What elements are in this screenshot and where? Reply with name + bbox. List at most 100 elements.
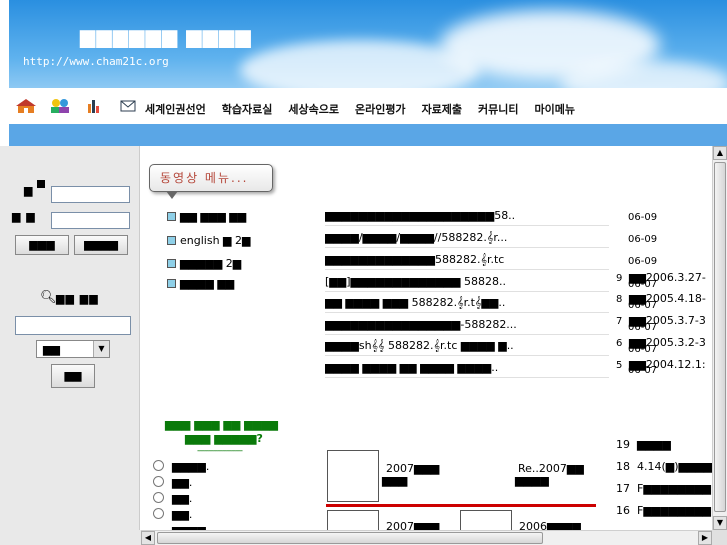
id-input[interactable] [51, 186, 130, 203]
gallery-caption: ▆▆▆▆ [515, 474, 549, 487]
search-select[interactable]: ▆▆ ▼ [36, 340, 110, 358]
poll-option[interactable]: ▆▆▆▆. [153, 460, 209, 473]
vertical-scroll-thumb[interactable] [714, 162, 726, 512]
poll-option-label: ▆▆. [172, 476, 193, 489]
video-row[interactable]: [▆▆]▆▆▆▆▆▆▆▆▆▆▆▆▆ 58828.. [325, 272, 609, 292]
list-item[interactable]: ▆▆2005.4.18- [629, 292, 706, 305]
video-link-1[interactable]: ▆▆ ▆▆▆ ▆▆ [167, 210, 246, 223]
poll-option[interactable]: ▆▆. [153, 476, 192, 489]
list-number: 19 [616, 438, 630, 451]
video-link-label: english ▆ 2▆ [180, 234, 251, 247]
list-number: 5 [616, 360, 623, 371]
video-row[interactable]: ▆▆ ▆▆▆▆ ▆▆▆ 588282.𝄞r.t𝄞▆▆.. [325, 293, 609, 313]
list-item[interactable]: ▆▆2006.3.27- [629, 271, 706, 284]
radio-button[interactable] [153, 460, 164, 471]
video-link-label: ▆▆▆▆ ▆▆ [180, 277, 235, 290]
video-date: 06-09 [628, 212, 658, 223]
video-row[interactable]: ▆▆▆▆ ▆▆▆▆ ▆▆ ▆▆▆▆ ▆▆▆▆.. [325, 358, 609, 378]
join-button[interactable]: ▆▆▆▆ [74, 235, 128, 255]
nav-item-declaration[interactable]: 세계인권선언 [145, 101, 206, 117]
list-number: 16 [616, 504, 630, 517]
side-list-item[interactable]: 18 4.14(▆)▆▆▆▆ [616, 460, 712, 473]
left-panel: ▆ ▆ ▆ ▆▆▆ ▆▆▆▆ 🔍︎ ▆▆ ▆▆ ▆▆ ▼ ▆▆ [0, 146, 140, 545]
square-bullet-icon [167, 259, 176, 268]
video-row[interactable]: ▆▆▆▆▆▆▆▆▆▆▆▆▆▆▆▆-588282... [325, 315, 609, 335]
search-label: ▆▆ ▆▆ [56, 292, 99, 305]
side-list-item[interactable]: 19 ▆▆▆▆ [616, 438, 671, 451]
nav-item-world[interactable]: 세상속으로 [288, 101, 339, 117]
video-date: 06-09 [628, 234, 658, 245]
horizontal-scrollbar[interactable]: ◀ ▶ [141, 530, 712, 545]
site-url: http://www.cham21c.org [23, 55, 169, 68]
square-bullet-icon [167, 279, 176, 288]
gallery-caption[interactable]: 2006▆▆▆▆ [519, 520, 581, 530]
scrollbar-corner [712, 530, 727, 545]
video-link-2[interactable]: english ▆ 2▆ [167, 234, 250, 247]
side-list-item[interactable]: 17 F▆▆▆▆▆▆▆▆ [616, 482, 711, 495]
gallery-thumbnail[interactable] [460, 510, 512, 530]
gallery-thumbnail[interactable] [327, 510, 379, 530]
gallery-thumbnail[interactable] [327, 450, 379, 502]
list-item[interactable]: ▆▆2005.3.2-3 [629, 336, 706, 349]
list-number: 18 [616, 460, 630, 473]
video-date: 06-09 [628, 256, 658, 267]
mail-icon[interactable] [116, 98, 140, 114]
gallery-caption[interactable]: 2007▆▆▆ [386, 520, 439, 530]
list-number: 9 [616, 273, 623, 284]
video-row[interactable]: ▆▆▆▆/▆▆▆▆/▆▆▆▆//588282.𝄞r... [325, 228, 609, 248]
radio-button[interactable] [153, 508, 164, 519]
id-label: ▆ [24, 184, 34, 197]
video-row[interactable]: ▆▆▆▆▆▆▆▆▆▆▆▆▆588282.𝄞r.tc [325, 250, 609, 270]
side-list-label: ▆▆▆▆ [637, 438, 671, 451]
chart-icon[interactable] [82, 98, 106, 114]
vertical-scrollbar[interactable]: ▲ ▼ [712, 146, 727, 530]
nav-item-mymenu[interactable]: 마이메뉴 [535, 101, 575, 117]
video-link-3[interactable]: ▆▆▆▆▆ 2▆ [167, 257, 241, 270]
chevron-down-icon[interactable]: ▼ [93, 341, 109, 357]
poll-option[interactable]: ▆▆. [153, 508, 192, 521]
people-icon[interactable] [48, 98, 72, 114]
home-icon[interactable] [14, 98, 38, 114]
horizontal-scroll-thumb[interactable] [157, 532, 543, 544]
nav-item-community[interactable]: 커뮤니티 [478, 101, 518, 117]
login-decoration [37, 180, 45, 188]
search-select-value: ▆▆ [43, 343, 60, 356]
list-item[interactable]: ▆▆2004.12.1: [629, 358, 706, 371]
side-list-item[interactable]: 16 F▆▆▆▆▆▆▆▆ [616, 504, 711, 517]
password-input[interactable] [51, 212, 130, 229]
nav-item-online-test[interactable]: 온라인평가 [355, 101, 406, 117]
poll-divider: -------------------- [197, 446, 243, 456]
radio-button[interactable] [153, 476, 164, 487]
nav-bar: 세계인권선언 학습자료실 세상속으로 온라인평가 자료제출 커뮤니티 마이메뉴 [9, 88, 727, 124]
video-row[interactable]: ▆▆▆▆▆▆▆▆▆▆▆▆▆▆▆▆▆▆▆▆58.. [325, 206, 609, 226]
login-button[interactable]: ▆▆▆ [15, 235, 69, 255]
video-row[interactable]: ▆▆▆▆sh𝄞𝄞 588282.𝄞r.tc ▆▆▆▆ ▆.. [325, 336, 609, 356]
list-number: 8 [616, 294, 623, 305]
poll-option[interactable]: ▆▆. [153, 492, 192, 505]
side-list-label: 4.14(▆)▆▆▆▆ [637, 460, 712, 473]
search-input[interactable] [15, 316, 131, 335]
header-blue-bar [9, 124, 727, 146]
left-panel-bottom [0, 530, 141, 545]
list-number: 6 [616, 338, 623, 349]
scroll-right-icon[interactable]: ▶ [698, 531, 712, 545]
side-list-label: F▆▆▆▆▆▆▆▆ [637, 482, 712, 495]
list-item[interactable]: ▆▆2005.3.7-3 [629, 314, 706, 327]
poll-option-label: ▆▆▆▆. [172, 460, 210, 473]
scroll-down-icon[interactable]: ▼ [713, 516, 727, 530]
scroll-left-icon[interactable]: ◀ [141, 531, 155, 545]
nav-item-submit[interactable]: 자료제출 [422, 101, 462, 117]
site-title[interactable]: ▆▆▆▆▆▆ ▆▆▆▆ [80, 24, 252, 48]
video-menu-title: 동영상 메뉴... [149, 164, 273, 199]
search-button[interactable]: ▆▆ [51, 364, 95, 388]
nav-menu: 세계인권선언 학습자료실 세상속으로 온라인평가 자료제출 커뮤니티 마이메뉴 [145, 101, 591, 117]
gallery-caption: ▆▆▆ [382, 474, 408, 487]
video-link-4[interactable]: ▆▆▆▆ ▆▆ [167, 277, 234, 290]
password-label: ▆ ▆ [12, 210, 36, 223]
site-header: ▆▆▆▆▆▆ ▆▆▆▆ http://www.cham21c.org 세계인권선… [0, 0, 727, 146]
scroll-up-icon[interactable]: ▲ [713, 146, 727, 160]
nav-item-learning[interactable]: 학습자료실 [222, 101, 273, 117]
header-left-strip [0, 0, 9, 146]
radio-button[interactable] [153, 492, 164, 503]
divider-line [326, 504, 596, 507]
